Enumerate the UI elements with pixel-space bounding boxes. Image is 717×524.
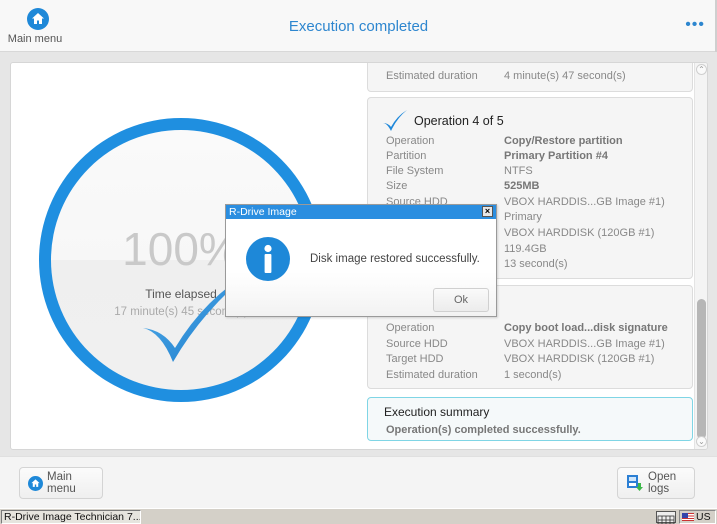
row-key: Target HDD xyxy=(386,353,444,365)
dialog-title: R-Drive Image xyxy=(229,206,297,218)
operation-card-3: Estimated duration 4 minute(s) 47 second(… xyxy=(367,63,693,92)
main-menu-label: Main menu xyxy=(47,471,76,495)
us-flag-icon xyxy=(682,513,694,521)
summary-title: Execution summary xyxy=(384,405,490,419)
row-key: File System xyxy=(386,165,444,177)
row-key: Source HDD xyxy=(386,338,448,350)
op5-row: Target HDD VBOX HARDDISK (120GB #1) xyxy=(386,353,654,365)
row-key: Operation xyxy=(386,322,435,334)
more-options-icon[interactable]: ••• xyxy=(685,16,705,34)
close-icon[interactable]: × xyxy=(482,206,493,217)
taskbar: R-Drive Image Technician 7.... US xyxy=(0,508,717,524)
row-value: Primary xyxy=(504,211,542,223)
main-menu-button[interactable]: Main menu xyxy=(19,467,103,499)
row-value: 13 second(s) xyxy=(504,258,568,270)
open-logs-label: Open logs xyxy=(648,471,677,495)
op4-row: File System NTFS xyxy=(386,165,533,177)
summary-text: Operation(s) completed successfully. xyxy=(386,424,581,436)
page-title: Execution completed xyxy=(288,18,429,35)
op5-row: Operation Copy boot load...disk signature xyxy=(386,322,668,334)
dialog-body: Disk image restored successfully. Ok xyxy=(226,219,496,316)
dialog-titlebar: R-Drive Image × xyxy=(226,205,496,219)
op3-row: Estimated duration 4 minute(s) 47 second(… xyxy=(386,70,626,82)
row-value: Copy boot load...disk signature xyxy=(504,322,668,334)
header-bar: Main menu Execution completed ••• xyxy=(0,0,717,52)
info-icon xyxy=(246,237,290,281)
row-value: VBOX HARDDIS...GB Image #1) xyxy=(504,196,665,208)
message-dialog: R-Drive Image × Disk image restored succ… xyxy=(225,204,497,317)
op4-title: Operation 4 of 5 xyxy=(414,114,504,128)
scroll-up-icon[interactable]: ⌃ xyxy=(696,64,707,75)
row-value: VBOX HARDDIS...GB Image #1) xyxy=(504,338,665,350)
scrollbar-thumb[interactable] xyxy=(697,299,706,439)
home-icon xyxy=(28,475,43,491)
execution-summary: Execution summary Operation(s) completed… xyxy=(367,397,693,441)
vertical-scrollbar[interactable]: ⌃ ⌄ xyxy=(694,63,707,449)
keyboard-icon[interactable] xyxy=(656,511,676,524)
row-value: 4 minute(s) 47 second(s) xyxy=(504,70,626,82)
row-key: Estimated duration xyxy=(386,369,478,381)
open-logs-icon xyxy=(627,475,643,491)
row-key: Partition xyxy=(386,150,427,162)
row-key: Size xyxy=(386,180,408,192)
row-value: Primary Partition #4 xyxy=(504,150,608,162)
language-indicator[interactable]: US xyxy=(679,510,716,524)
language-label: US xyxy=(696,511,711,523)
row-value: VBOX HARDDISK (120GB #1) xyxy=(504,353,655,365)
row-value: 525MB xyxy=(504,180,540,192)
check-icon xyxy=(383,110,407,131)
scroll-down-icon[interactable]: ⌄ xyxy=(696,436,707,447)
footer-bar: Main menu Open logs xyxy=(0,456,717,508)
dialog-message: Disk image restored successfully. xyxy=(310,253,480,265)
op4-row: Partition Primary Partition #4 xyxy=(386,150,608,162)
op5-row: Source HDD VBOX HARDDIS...GB Image #1) xyxy=(386,338,665,350)
open-logs-button[interactable]: Open logs xyxy=(617,467,695,499)
row-value: 119.4GB xyxy=(504,243,547,255)
row-value: Copy/Restore partition xyxy=(504,135,623,147)
op4-header: Operation 4 of 5 xyxy=(382,106,504,136)
op4-row: Size 525MB xyxy=(386,180,539,192)
row-value: 1 second(s) xyxy=(504,369,562,381)
row-value: NTFS xyxy=(504,165,533,177)
op4-row: Operation Copy/Restore partition xyxy=(386,135,623,147)
ok-button[interactable]: Ok xyxy=(433,288,489,312)
taskbar-app-button[interactable]: R-Drive Image Technician 7.... xyxy=(1,510,141,524)
row-key: Estimated duration xyxy=(386,70,478,82)
row-value: VBOX HARDDISK (120GB #1) xyxy=(504,227,655,239)
row-key: Operation xyxy=(386,135,435,147)
op5-row: Estimated duration 1 second(s) xyxy=(386,369,561,381)
